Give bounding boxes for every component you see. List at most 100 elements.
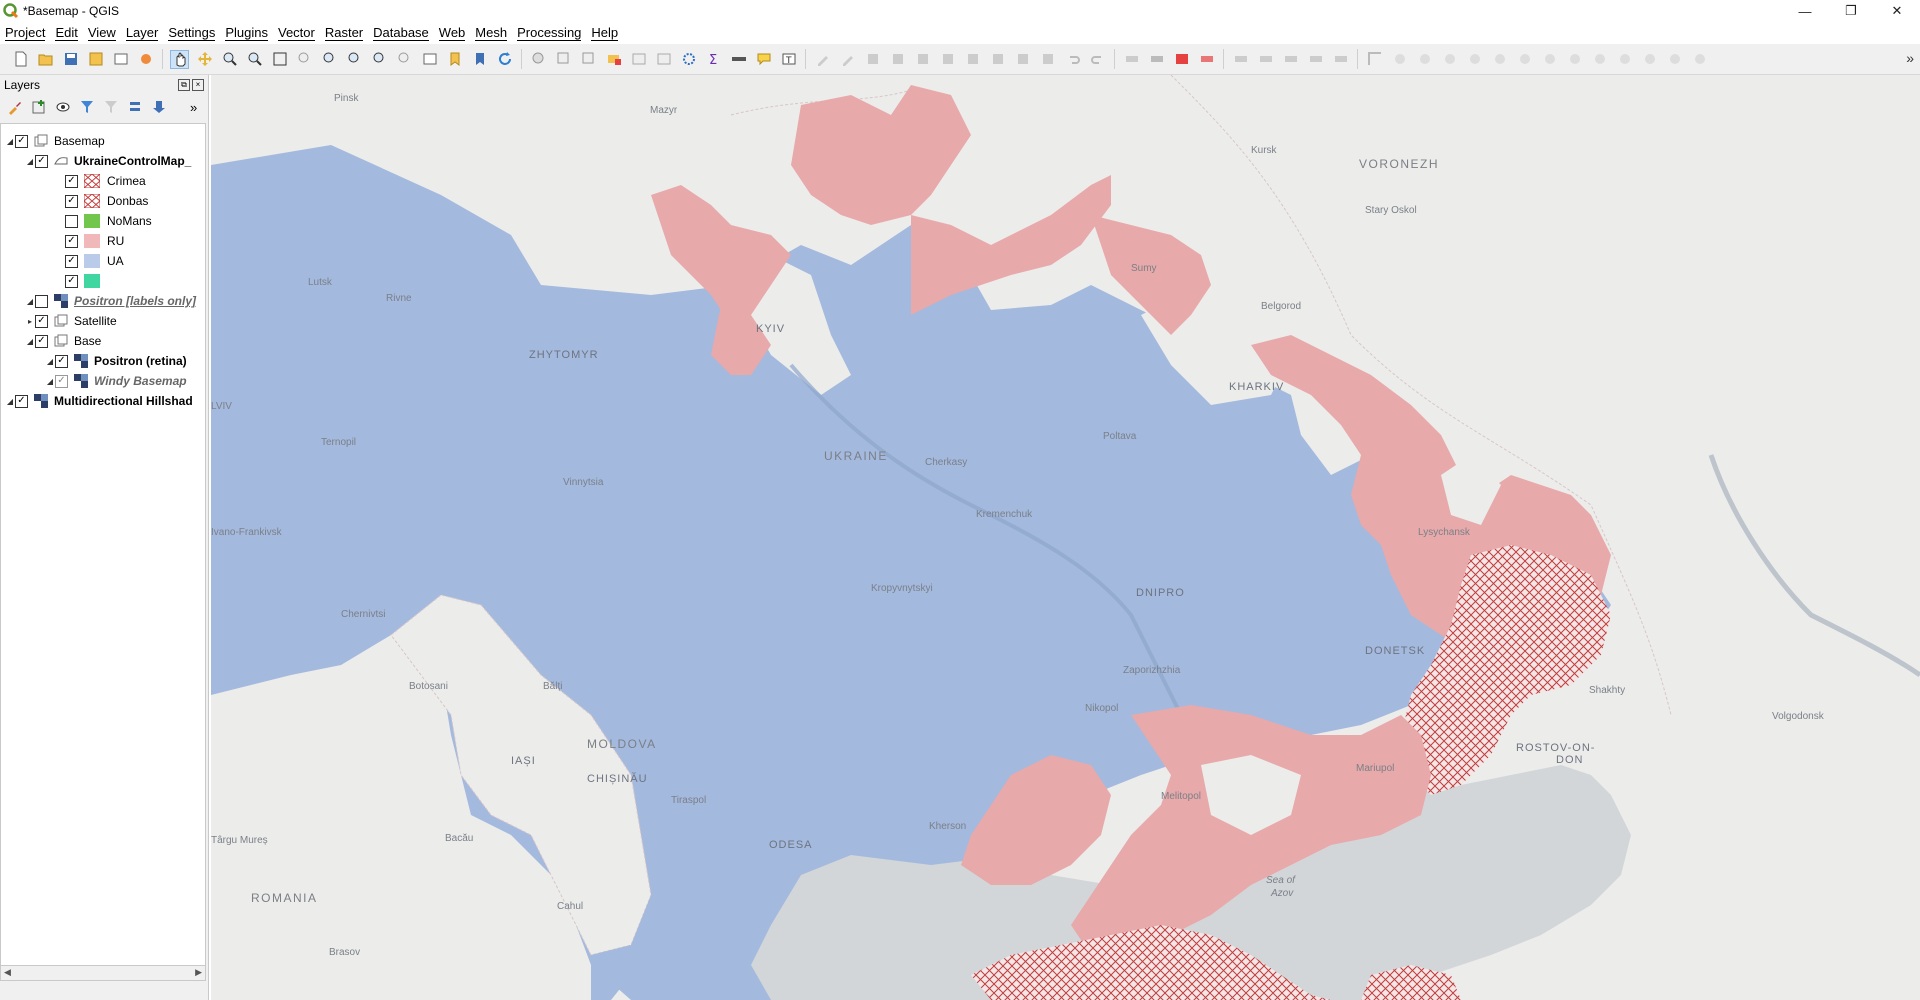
maximize-button[interactable]: ❐ [1828, 0, 1874, 22]
select-features-icon[interactable] [554, 50, 573, 69]
merge-attributes-icon[interactable] [1690, 50, 1709, 69]
layer-positron-retina[interactable]: ◢ ✓ Positron (retina) [45, 351, 187, 371]
new-bookmark-icon[interactable] [445, 50, 464, 69]
print-layout-icon[interactable] [111, 50, 130, 69]
field-calculator-icon[interactable] [654, 50, 673, 69]
layer-checkbox[interactable]: ✓ [35, 154, 48, 168]
menu-web[interactable]: Web [434, 25, 471, 41]
split-parts-icon[interactable] [1640, 50, 1659, 69]
label-rotate-icon[interactable] [1256, 50, 1275, 69]
save-as-icon[interactable] [86, 50, 105, 69]
attribute-table-icon[interactable] [629, 50, 648, 69]
offset-curve-icon[interactable] [1590, 50, 1609, 69]
menu-layer[interactable]: Layer [121, 25, 164, 41]
filter-legend-icon[interactable] [78, 98, 96, 116]
processing-toolbox-icon[interactable] [679, 50, 698, 69]
menu-database[interactable]: Database [368, 25, 434, 41]
filter-expression-icon[interactable] [102, 98, 120, 116]
map-canvas[interactable]: Pinsk Mazyr Kursk VORONEZH Stary Oskol L… [211, 75, 1920, 1000]
label-move-icon[interactable] [1197, 50, 1216, 69]
zoom-last-icon[interactable] [370, 50, 389, 69]
layer-windy-basemap[interactable]: ◢ ✓ Windy Basemap [45, 371, 187, 391]
fill-ring-icon[interactable] [1490, 50, 1509, 69]
delete-selected-icon[interactable] [963, 50, 982, 69]
close-panel-icon[interactable]: × [192, 79, 204, 91]
open-project-icon[interactable] [36, 50, 55, 69]
manage-visibility-icon[interactable] [54, 98, 72, 116]
current-edits-icon[interactable] [813, 50, 832, 69]
layer-group-satellite[interactable]: ▸ ✓ Satellite [25, 311, 117, 331]
advanced-digitize-icon[interactable] [1365, 50, 1384, 69]
legend-item-donbas[interactable]: ✓ Donbas [65, 191, 148, 211]
select-by-value-icon[interactable] [604, 50, 623, 69]
rotate-feature-icon[interactable] [1390, 50, 1409, 69]
modify-attributes-icon[interactable] [938, 50, 957, 69]
collapse-arrow-icon[interactable]: ◢ [45, 377, 55, 386]
legend-checkbox[interactable]: ✓ [65, 234, 78, 248]
menu-plugins[interactable]: Plugins [220, 25, 273, 41]
expand-arrow-icon[interactable]: ◢ [25, 297, 35, 306]
text-annotation-icon[interactable]: T [779, 50, 798, 69]
collapse-arrow-icon[interactable]: ◢ [5, 137, 15, 146]
collapse-all-icon[interactable] [150, 98, 168, 116]
layer-checkbox[interactable]: ✓ [35, 314, 48, 328]
add-part-icon[interactable] [1465, 50, 1484, 69]
zoom-out-icon[interactable] [245, 50, 264, 69]
collapse-arrow-icon[interactable]: ◢ [25, 157, 35, 166]
zoom-layer-icon[interactable] [320, 50, 339, 69]
paste-features-icon[interactable] [1038, 50, 1057, 69]
minimize-button[interactable]: — [1782, 0, 1828, 22]
show-bookmarks-icon[interactable] [470, 50, 489, 69]
layer-checkbox[interactable] [35, 294, 48, 308]
zoom-next-icon[interactable] [395, 50, 414, 69]
close-button[interactable]: ✕ [1874, 0, 1920, 22]
legend-checkbox[interactable]: ✓ [65, 254, 78, 268]
menu-settings[interactable]: Settings [163, 25, 220, 41]
merge-features-icon[interactable] [1665, 50, 1684, 69]
pan-map-icon[interactable] [170, 49, 189, 69]
zoom-native-icon[interactable] [345, 50, 364, 69]
collapse-arrow-icon[interactable]: ◢ [5, 397, 15, 406]
expand-all-icon[interactable] [126, 98, 144, 116]
expand-arrow-icon[interactable]: ▸ [25, 317, 35, 326]
menu-help[interactable]: Help [586, 25, 623, 41]
collapse-arrow-icon[interactable]: ◢ [25, 337, 35, 346]
layer-checkbox[interactable]: ✓ [35, 334, 48, 348]
style-manager-icon[interactable] [136, 50, 155, 69]
refresh-icon[interactable] [495, 50, 514, 69]
label-highlight-icon[interactable] [1306, 50, 1325, 69]
scroll-right-icon[interactable]: ▶ [195, 967, 202, 978]
menu-vector[interactable]: Vector [273, 25, 320, 41]
layer-checkbox[interactable]: ✓ [55, 354, 68, 368]
label-show-hide-icon[interactable] [1231, 50, 1250, 69]
legend-item-ru[interactable]: ✓ RU [65, 231, 124, 251]
legend-checkbox[interactable] [65, 214, 78, 228]
simplify-icon[interactable] [1415, 50, 1434, 69]
toolbar-overflow-icon[interactable]: » [1906, 50, 1914, 66]
legend-checkbox[interactable]: ✓ [65, 174, 78, 188]
copy-features-icon[interactable] [1013, 50, 1032, 69]
legend-item-unnamed[interactable]: ✓ [65, 271, 107, 291]
digitize-icon[interactable] [888, 50, 907, 69]
label-tool-icon[interactable] [1122, 50, 1141, 69]
measure-icon[interactable] [729, 50, 748, 69]
add-ring-icon[interactable] [1440, 50, 1459, 69]
toggle-editing-icon[interactable] [838, 50, 857, 69]
open-styling-icon[interactable] [6, 98, 24, 116]
map-tips-icon[interactable] [754, 50, 773, 69]
layer-multidirectional-hillshade[interactable]: ◢ ✓ Multidirectional Hillshad [5, 391, 193, 411]
new-map-view-icon[interactable] [420, 50, 439, 69]
deselect-icon[interactable] [579, 50, 598, 69]
menu-edit[interactable]: Edit [50, 25, 82, 41]
layer-group-basemap[interactable]: ◢ ✓ Basemap [5, 131, 105, 151]
label-pin-icon[interactable] [1147, 50, 1166, 69]
layer-checkbox[interactable]: ✓ [55, 374, 68, 388]
add-group-icon[interactable] [30, 98, 48, 116]
scroll-left-icon[interactable]: ◀ [4, 967, 11, 978]
menu-mesh[interactable]: Mesh [470, 25, 512, 41]
legend-item-nomans[interactable]: NoMans [65, 211, 152, 231]
collapse-arrow-icon[interactable]: ◢ [45, 357, 55, 366]
pan-to-selection-icon[interactable] [195, 50, 214, 69]
legend-item-ua[interactable]: ✓ UA [65, 251, 124, 271]
float-panel-icon[interactable]: ⧉ [178, 79, 190, 91]
